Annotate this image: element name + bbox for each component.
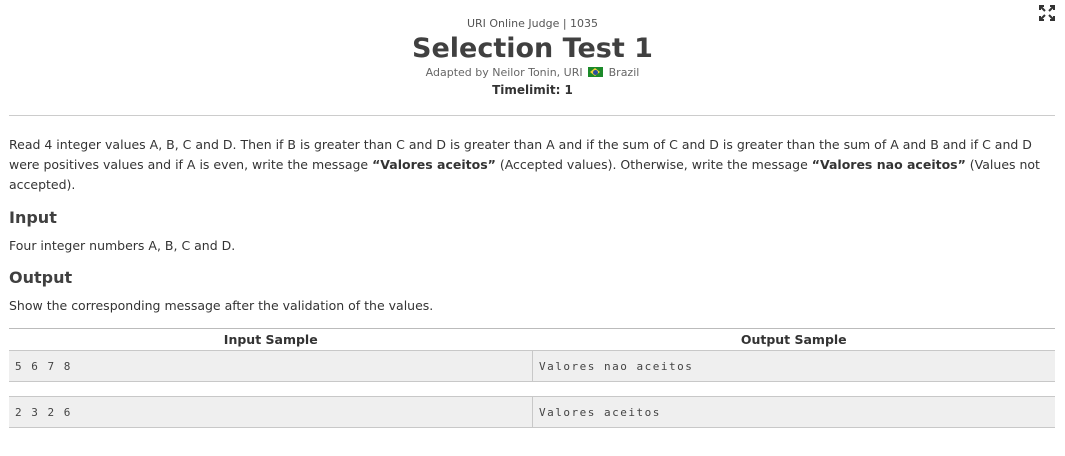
problem-description: Read 4 integer values A, B, C and D. The… <box>9 135 1055 195</box>
input-description: Four integer numbers A, B, C and D. <box>9 238 236 253</box>
input-sample-header: Input Sample <box>9 328 533 351</box>
input-heading: Input <box>9 208 57 227</box>
output-heading: Output <box>9 268 73 287</box>
judge-label: URI Online Judge | 1035 <box>466 17 599 30</box>
sample-table: 2 3 2 6 Valores aceitos <box>9 396 1055 428</box>
problem-header: URI Online Judge | 1035 Selection Test 1… <box>0 0 1065 98</box>
sample-output-cell: Valores aceitos <box>532 396 1055 428</box>
accepted-message: “Valores aceitos” <box>372 157 496 172</box>
country-text: Brazil <box>608 66 640 79</box>
author-line: Adapted by Neilor Tonin, URI Brazil <box>0 66 1065 80</box>
table-row: 2 3 2 6 Valores aceitos <box>9 396 1055 428</box>
sample-input-cell: 5 6 7 8 <box>9 350 533 382</box>
output-description: Show the corresponding message after the… <box>9 298 434 313</box>
table-row: 5 6 7 8 Valores nao aceitos <box>9 350 1055 382</box>
timelimit: Timelimit: 1 <box>492 83 573 97</box>
brazil-flag-icon <box>588 67 604 77</box>
not-accepted-message: “Valores nao aceitos” <box>811 157 966 172</box>
sample-output-cell: Valores nao aceitos <box>532 350 1055 382</box>
output-sample-header: Output Sample <box>532 328 1055 351</box>
expand-icon[interactable] <box>1039 5 1055 21</box>
problem-title: Selection Test 1 <box>412 33 653 64</box>
sample-input-cell: 2 3 2 6 <box>9 396 533 428</box>
header-divider <box>9 115 1055 116</box>
author-text: Adapted by Neilor Tonin, URI <box>425 66 583 79</box>
problem-content: Read 4 integer values A, B, C and D. The… <box>0 135 1065 428</box>
sample-table: Input Sample Output Sample 5 6 7 8 Valor… <box>9 328 1055 382</box>
description-text-2: (Accepted values). Otherwise, write the … <box>495 157 812 172</box>
